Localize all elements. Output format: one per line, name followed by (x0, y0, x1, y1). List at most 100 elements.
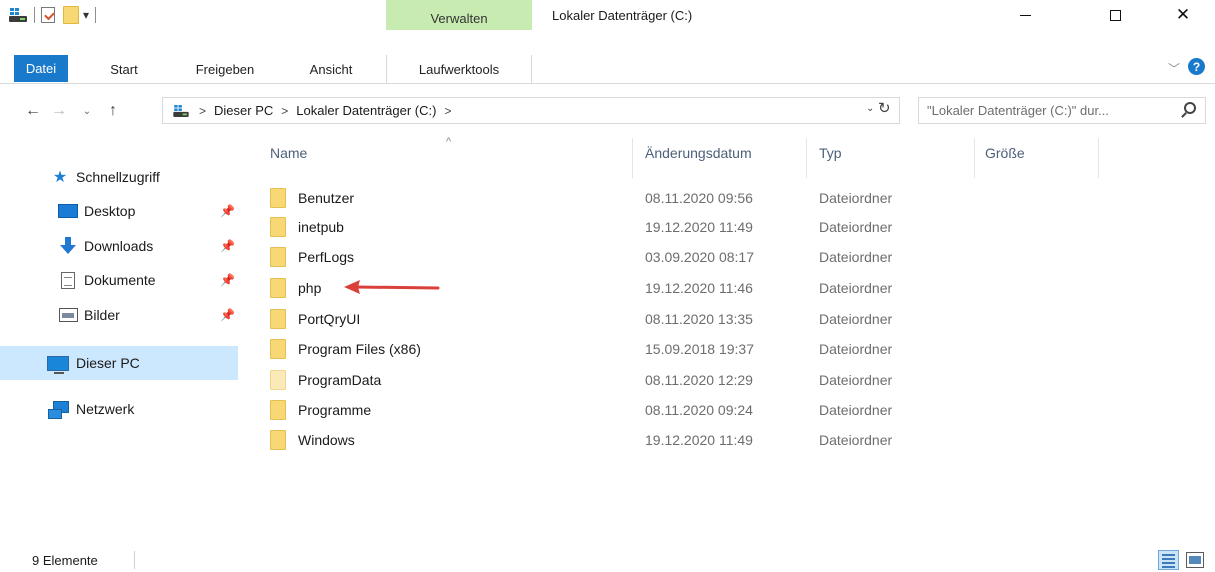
file-date: 19.12.2020 11:49 (645, 432, 753, 448)
folder-icon (270, 400, 286, 420)
pin-icon[interactable]: 📌 (220, 204, 235, 218)
address-bar[interactable]: > Dieser PC > Lokaler Datenträger (C:) > (162, 97, 900, 124)
sidebar-item-quick-access[interactable]: ★ Schnellzugriff (50, 164, 160, 190)
table-row[interactable]: ProgramData 08.11.2020 12:29 Dateiordner (264, 365, 1144, 395)
breadcrumb-dieser-pc[interactable]: Dieser PC (214, 103, 273, 118)
network-icon (48, 401, 69, 419)
tab-ansicht[interactable]: Ansicht (296, 55, 366, 84)
column-divider[interactable] (974, 138, 975, 178)
file-name: PortQryUI (298, 311, 361, 327)
folder-icon (270, 217, 286, 237)
pictures-icon (58, 308, 78, 322)
table-row[interactable]: PortQryUI 08.11.2020 13:35 Dateiordner (264, 304, 1144, 334)
table-row[interactable]: Benutzer 08.11.2020 09:56 Dateiordner (264, 183, 1144, 213)
tab-laufwerktools[interactable]: Laufwerktools (386, 55, 532, 84)
desktop-icon (58, 204, 78, 218)
recent-locations-icon[interactable]: ⌄ (80, 100, 94, 122)
file-name: PerfLogs (298, 249, 355, 265)
details-view-icon[interactable] (1158, 550, 1179, 570)
refresh-icon[interactable]: ↻ (878, 99, 891, 117)
column-header-date[interactable]: Änderungsdatum (645, 145, 752, 161)
pin-icon[interactable]: 📌 (220, 239, 235, 253)
title-bar: ▾ Verwalten Lokaler Datenträger (C:) ✕ (0, 0, 1215, 55)
sidebar-item-desktop[interactable]: Desktop (58, 198, 238, 224)
pin-icon[interactable]: 📌 (220, 308, 235, 322)
breadcrumb-local-disk[interactable]: Lokaler Datenträger (C:) (296, 103, 436, 118)
column-header-size[interactable]: Größe (985, 145, 1025, 161)
folder-icon (270, 278, 286, 298)
file-date: 08.11.2020 12:29 (645, 372, 753, 388)
column-header-name[interactable]: Name (270, 145, 307, 161)
folder-icon (270, 339, 286, 359)
window-title: Lokaler Datenträger (C:) (552, 8, 693, 23)
customize-dropdown-icon[interactable]: ▾ (83, 8, 89, 22)
forward-arrow-icon[interactable]: → (48, 100, 70, 122)
back-arrow-icon[interactable]: ← (22, 100, 44, 122)
status-bar: 9 Elemente (0, 548, 1215, 572)
file-date: 08.11.2020 09:24 (645, 402, 753, 418)
context-tab-group-manage: Verwalten (386, 0, 532, 30)
table-row[interactable]: PerfLogs 03.09.2020 08:17 Dateiordner (264, 242, 1144, 272)
documents-icon (61, 271, 75, 289)
sidebar-item-network[interactable]: Netzwerk (46, 396, 134, 422)
sort-ascending-icon: ^ (446, 136, 452, 148)
new-folder-icon[interactable] (63, 6, 79, 24)
search-placeholder: "Lokaler Datenträger (C:)" dur... (927, 103, 1109, 118)
navigation-pane: ★ Schnellzugriff Desktop 📌 Downloads 📌 D… (0, 128, 250, 548)
breadcrumb-separator[interactable]: > (281, 104, 288, 118)
breadcrumb-separator[interactable]: > (199, 104, 206, 118)
item-count: 9 Elemente (32, 553, 98, 568)
sidebar-item-label: Netzwerk (76, 401, 135, 417)
column-divider[interactable] (632, 138, 633, 178)
sidebar-item-pictures[interactable]: Bilder (58, 302, 238, 328)
sidebar-item-this-pc[interactable]: Dieser PC (46, 350, 140, 376)
tab-start[interactable]: Start (96, 55, 152, 84)
column-divider[interactable] (1098, 138, 1099, 178)
column-divider[interactable] (806, 138, 807, 178)
navigation-bar: ← → ⌄ ↑ > Dieser PC > Lokaler Datenträge… (0, 94, 1215, 128)
file-type: Dateiordner (819, 280, 893, 296)
maximize-button[interactable] (1092, 0, 1138, 30)
ribbon-divider (0, 83, 1215, 84)
breadcrumb-separator[interactable]: > (444, 104, 451, 118)
ribbon-tabs: Datei Start Freigeben Ansicht Laufwerkto… (0, 55, 1215, 84)
tiles-view-icon[interactable] (1186, 552, 1204, 568)
file-date: 08.11.2020 09:56 (645, 190, 753, 206)
minimize-button[interactable] (1002, 0, 1048, 30)
file-date: 03.09.2020 08:17 (645, 249, 754, 265)
address-history-dropdown-icon[interactable]: ⌄ (866, 103, 874, 114)
drive-icon (173, 104, 190, 118)
column-header-type[interactable]: Typ (819, 145, 842, 161)
sidebar-item-label: Desktop (84, 203, 136, 219)
sidebar-item-downloads[interactable]: Downloads (58, 233, 238, 259)
sidebar-item-documents[interactable]: Dokumente (58, 267, 238, 293)
sidebar-item-label: Downloads (84, 238, 154, 254)
search-input[interactable]: "Lokaler Datenträger (C:)" dur... (918, 97, 1206, 124)
file-date: 08.11.2020 13:35 (645, 311, 753, 327)
up-arrow-icon[interactable]: ↑ (102, 100, 124, 122)
file-name: Programme (298, 402, 372, 418)
search-icon[interactable] (1184, 102, 1196, 114)
tab-freigeben[interactable]: Freigeben (180, 55, 270, 84)
close-button[interactable]: ✕ (1160, 0, 1206, 30)
properties-icon[interactable] (41, 7, 55, 23)
help-icon[interactable]: ? (1188, 58, 1205, 75)
file-name: Windows (298, 432, 355, 448)
table-row[interactable]: Windows 19.12.2020 11:49 Dateiordner (264, 425, 1144, 455)
file-name: php (298, 280, 322, 296)
downloads-icon (59, 237, 77, 255)
tab-datei[interactable]: Datei (14, 55, 68, 82)
table-row[interactable]: Programme 08.11.2020 09:24 Dateiordner (264, 395, 1144, 425)
folder-icon (270, 188, 286, 208)
file-date: 19.12.2020 11:49 (645, 219, 753, 235)
minimize-icon (1019, 14, 1031, 16)
table-row[interactable]: inetpub 19.12.2020 11:49 Dateiordner (264, 212, 1144, 242)
pin-icon[interactable]: 📌 (220, 273, 235, 287)
file-list: ^ Name Änderungsdatum Typ Größe Benutzer… (250, 128, 1215, 548)
expand-ribbon-icon[interactable]: ﹀ (1168, 60, 1180, 77)
drive-icon[interactable] (8, 7, 28, 23)
file-date: 19.12.2020 11:46 (645, 280, 753, 296)
sidebar-item-label: Schnellzugriff (76, 169, 160, 185)
table-row[interactable]: Program Files (x86) 15.09.2018 19:37 Dat… (264, 334, 1144, 364)
file-name: Benutzer (298, 190, 355, 206)
